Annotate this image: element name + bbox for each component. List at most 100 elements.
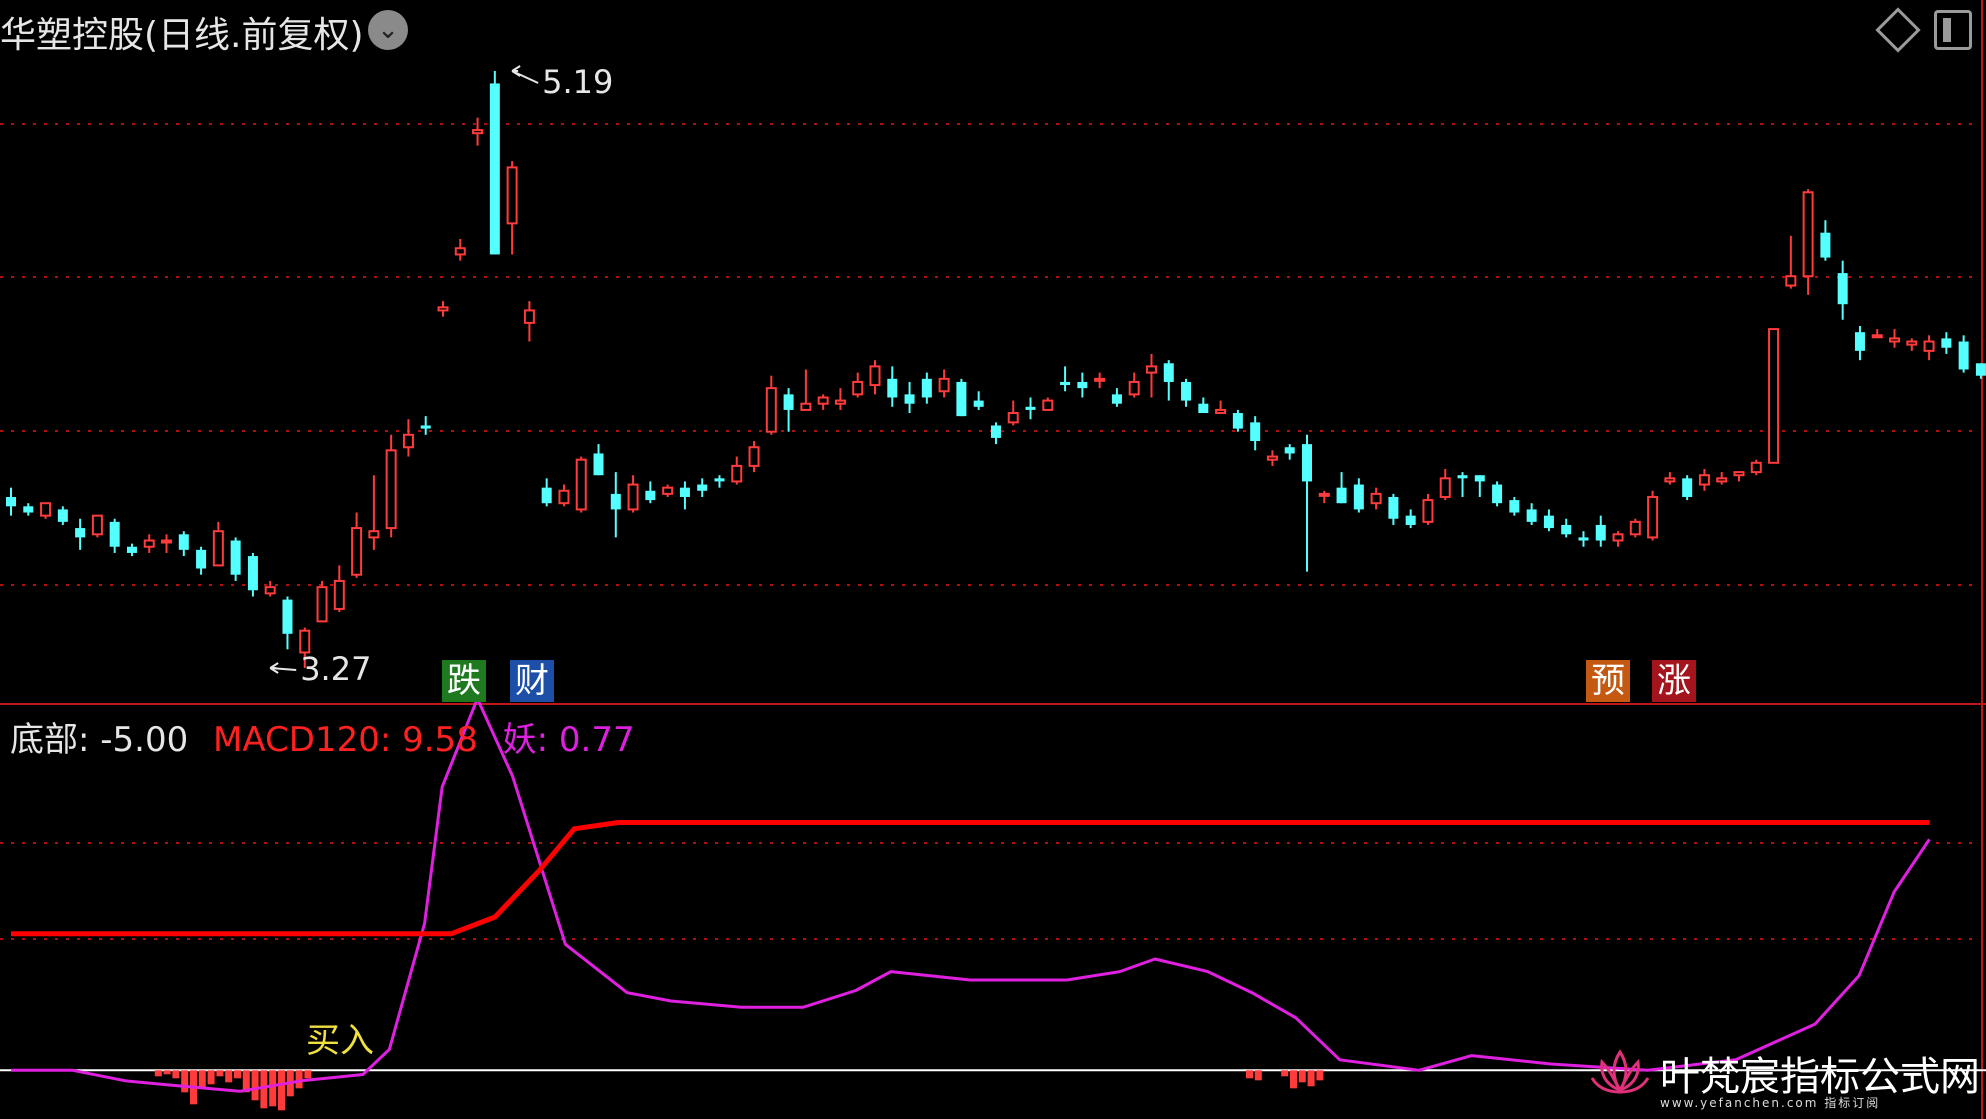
high-price-label: 5.19: [542, 63, 613, 101]
candle-body: [230, 540, 241, 575]
candle-body: [1750, 461, 1762, 474]
candle-body: [437, 306, 449, 312]
candle: [1111, 388, 1122, 407]
chevron-down-icon[interactable]: ⌄: [368, 10, 408, 50]
candle-body: [558, 489, 570, 505]
candle: [1578, 531, 1589, 547]
candle-body: [1266, 455, 1278, 461]
histogram-bar: [1290, 1070, 1297, 1089]
candle: [627, 475, 639, 513]
candle-body: [1025, 406, 1036, 410]
candle: [904, 381, 915, 414]
candle-body: [1405, 515, 1416, 525]
candle: [765, 375, 777, 435]
candle-body: [1042, 399, 1054, 411]
candle: [834, 388, 846, 410]
candle: [1007, 400, 1019, 426]
candle-body: [91, 514, 103, 536]
candle-body: [1543, 515, 1554, 529]
histogram-bar: [225, 1070, 233, 1083]
candle: [1923, 335, 1935, 361]
candle-body: [938, 377, 950, 393]
candle: [645, 481, 656, 504]
candle: [1128, 372, 1140, 398]
candle-body: [75, 528, 86, 538]
candle-body: [1094, 377, 1106, 382]
candle-body: [1785, 275, 1797, 287]
candle: [1181, 378, 1192, 407]
candle: [1250, 416, 1261, 451]
candle-body: [1889, 337, 1901, 343]
watermark: 叶梵宸指标公式网 www.yefanchen.com 指标订阅: [1588, 1044, 1980, 1110]
candle: [1266, 450, 1278, 466]
candle-body: [368, 530, 380, 539]
candle: [1145, 353, 1157, 398]
candle-body: [1664, 477, 1676, 483]
candle-body: [6, 496, 16, 507]
candle: [333, 565, 345, 613]
candle: [973, 391, 984, 410]
candle-body: [765, 387, 777, 433]
candle: [1733, 471, 1745, 482]
bottom-value: 底部: -5.00: [10, 720, 189, 760]
candle: [1353, 478, 1364, 513]
candle-body: [1457, 475, 1468, 479]
candle: [852, 372, 864, 398]
candle: [800, 369, 812, 411]
candle-body: [161, 539, 173, 544]
candle: [1042, 397, 1054, 411]
candle-body: [697, 484, 708, 491]
candle: [1457, 472, 1468, 497]
histogram-bar: [181, 1070, 189, 1093]
candle-body: [1232, 413, 1243, 429]
annotation-leader: [511, 70, 539, 84]
candle-body: [1854, 332, 1865, 351]
candle: [196, 546, 207, 575]
low-price-label: 3.27: [300, 650, 371, 688]
candle-body: [1318, 492, 1330, 497]
candle-body: [212, 530, 224, 567]
candle: [1837, 260, 1848, 320]
candle-body: [1388, 496, 1399, 519]
candle: [1958, 335, 1969, 373]
candle: [731, 456, 743, 485]
candle: [230, 537, 241, 581]
candle-body: [921, 378, 932, 398]
candle: [75, 518, 86, 550]
candle: [23, 503, 34, 516]
candle: [109, 518, 120, 553]
candle: [1060, 366, 1071, 392]
candle: [1509, 496, 1520, 516]
candle-body: [1198, 403, 1209, 414]
candle: [368, 475, 380, 550]
candle-body: [1492, 484, 1503, 504]
candle: [178, 531, 189, 557]
candle-body: [956, 381, 967, 417]
candle: [1854, 325, 1865, 361]
candle: [247, 552, 258, 597]
candle-body: [783, 394, 794, 410]
candle-body: [1716, 477, 1728, 483]
candle: [921, 372, 932, 404]
candle: [1526, 503, 1537, 525]
candle: [1492, 481, 1503, 507]
candle-body: [489, 83, 500, 255]
candle-body: [1768, 328, 1780, 464]
candle: [1284, 444, 1295, 460]
panel-toggle-icon[interactable]: [1934, 10, 1972, 50]
candle: [593, 444, 604, 476]
macd120-value: MACD120: 9.58: [213, 720, 478, 760]
candle-body: [1302, 444, 1312, 482]
candle-body: [869, 365, 881, 387]
candle: [1543, 509, 1554, 532]
candle: [1163, 360, 1174, 401]
candle: [1698, 469, 1710, 491]
signal-die: 跌: [442, 660, 486, 702]
candle-body: [1941, 338, 1952, 348]
chart-title: 华塑控股(日线.前复权): [0, 15, 364, 56]
candle-body: [990, 425, 1001, 438]
candle-body: [1474, 475, 1485, 482]
candle: [938, 369, 950, 398]
candle-body: [1923, 340, 1935, 352]
candle-body: [1526, 509, 1537, 522]
